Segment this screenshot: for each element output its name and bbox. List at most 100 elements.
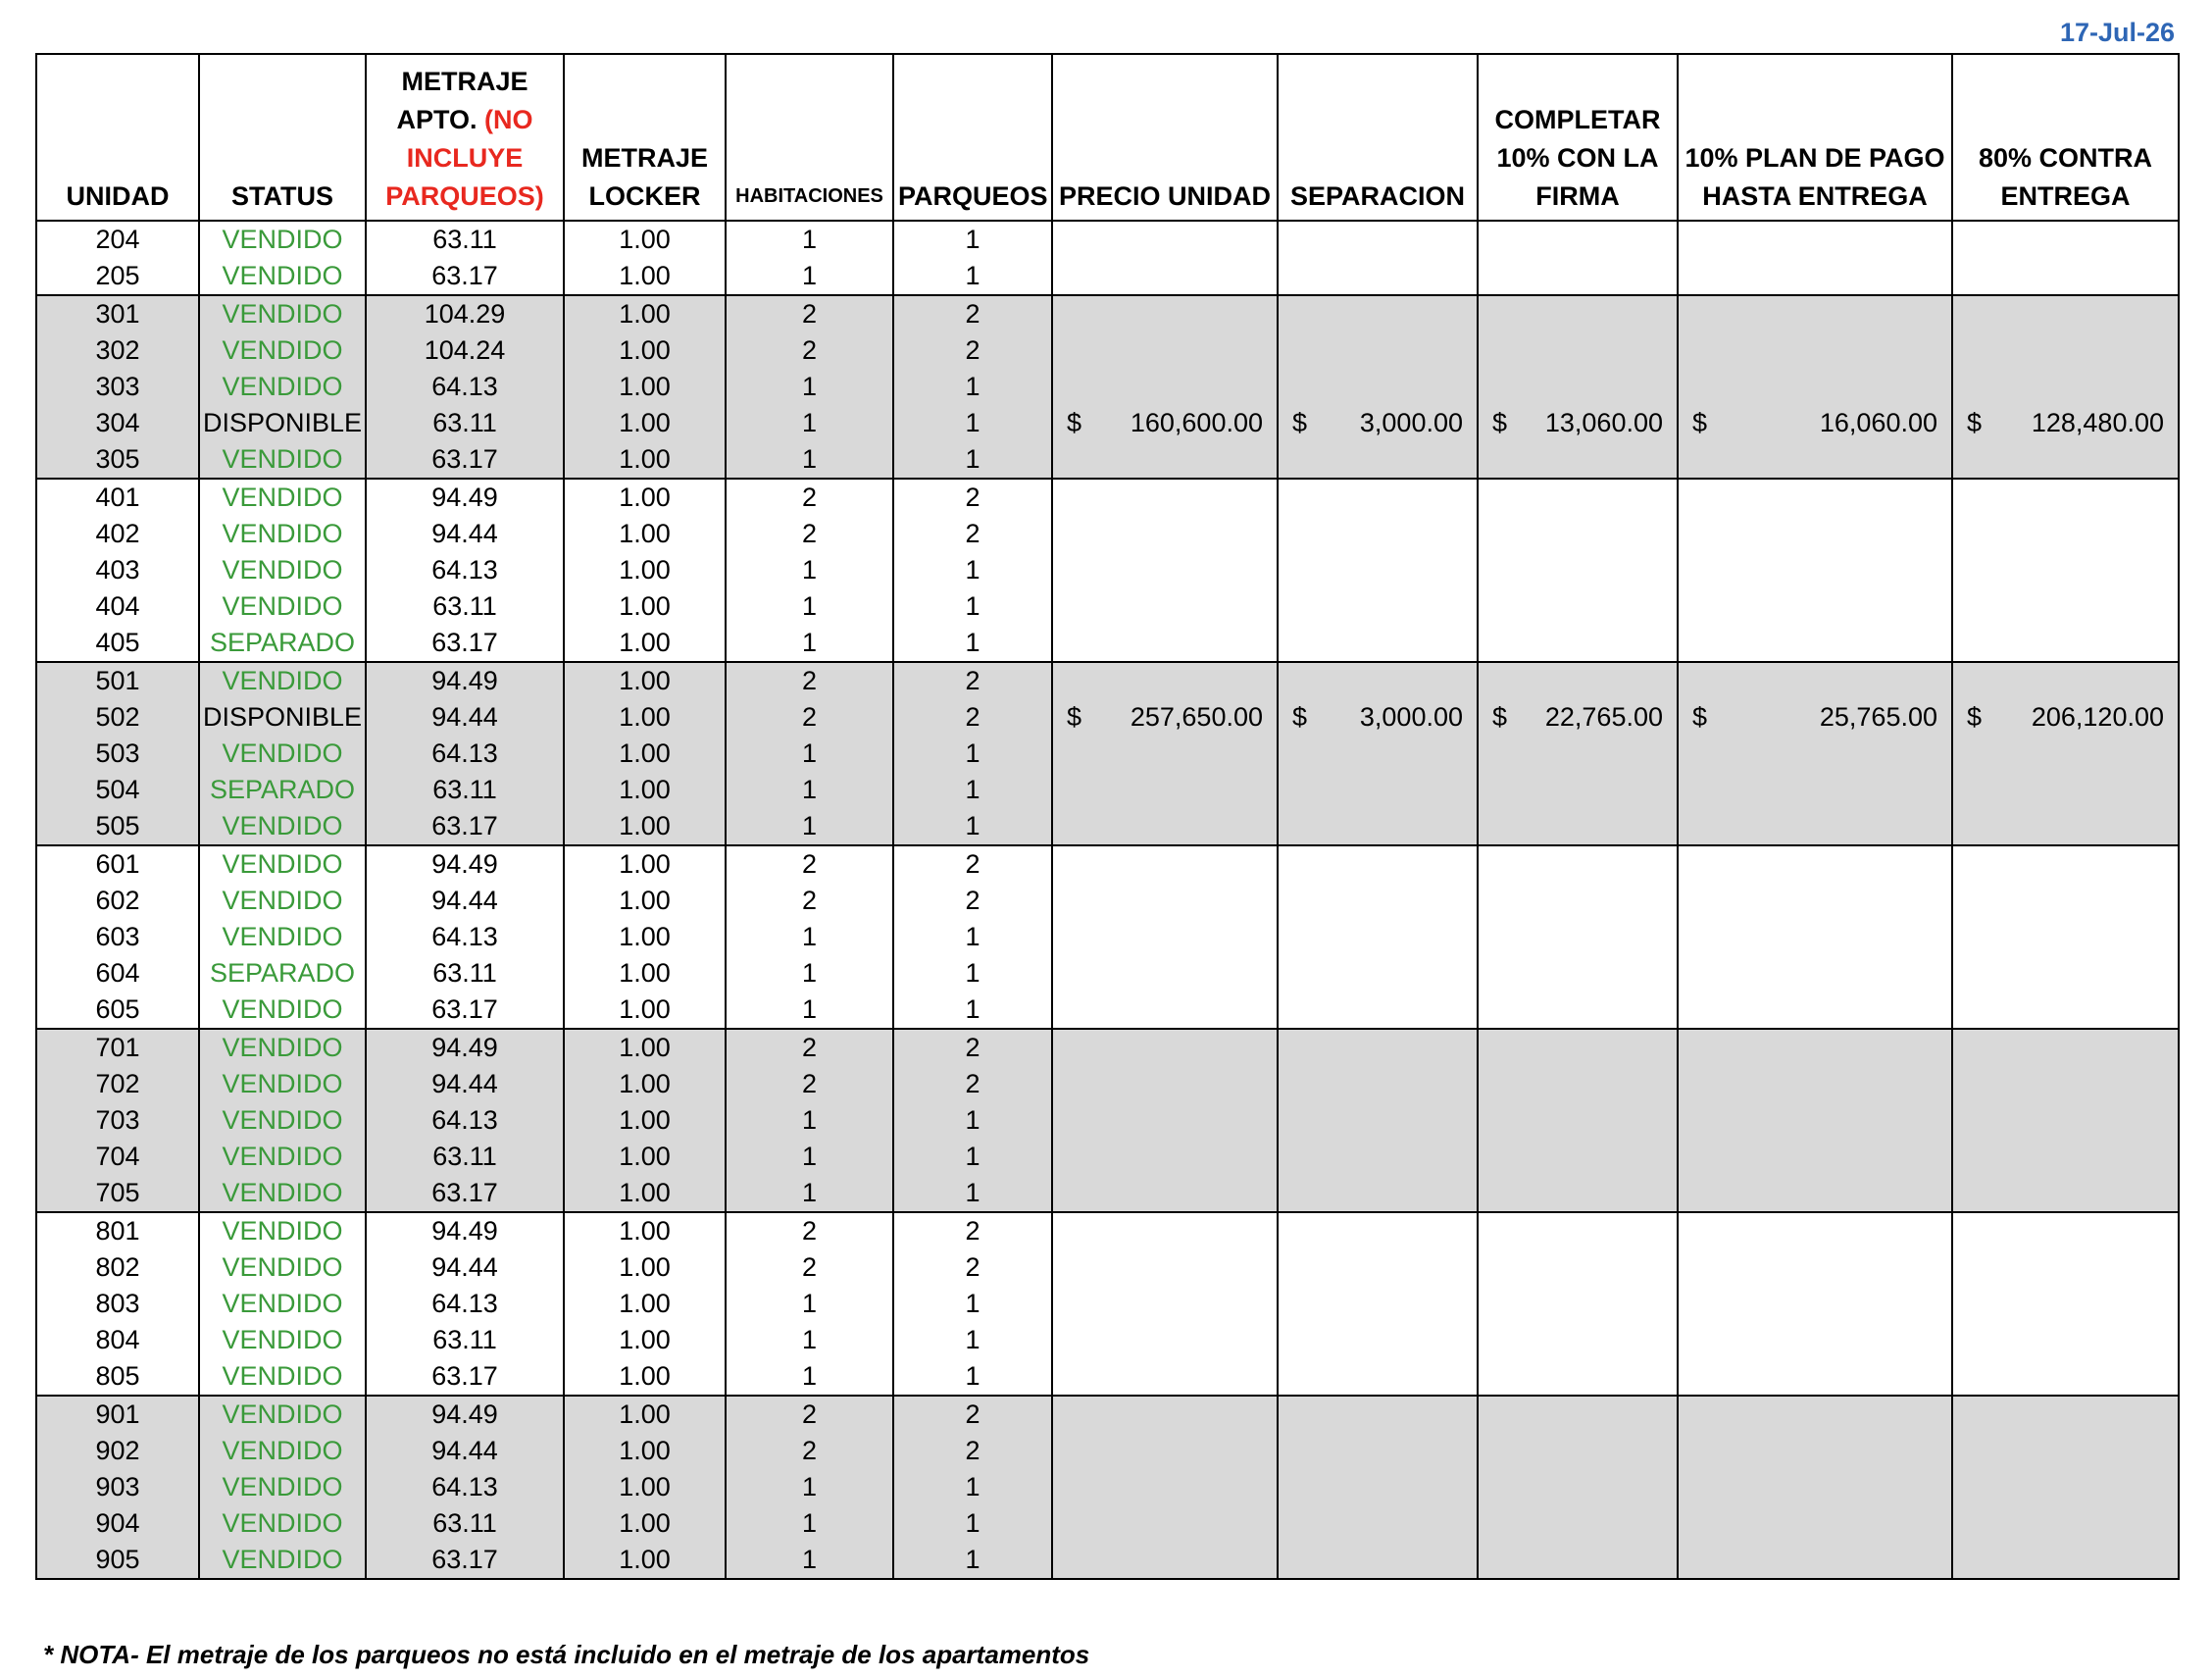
- cell-metraje-apto: 94.49: [365, 662, 565, 699]
- money-value: $16,060.00: [1679, 405, 1951, 441]
- cell-completar: [1477, 441, 1679, 479]
- cell-parqueos: 1: [892, 1542, 1053, 1579]
- cell-parqueos: 1: [892, 1102, 1053, 1139]
- cell-plan: [1677, 919, 1953, 955]
- cell-habitaciones: 2: [725, 1433, 894, 1469]
- cell-metraje-apto: 63.11: [365, 1322, 565, 1358]
- cell-completar: [1477, 332, 1679, 369]
- money-value: $22,765.00: [1479, 699, 1677, 736]
- table-row: 302 VENDIDO 104.24 1.00 2 2: [35, 332, 2180, 369]
- cell-status: VENDIDO: [198, 992, 367, 1029]
- table-row: 303 VENDIDO 64.13 1.00 1 1: [35, 369, 2180, 405]
- cell-unidad: 602: [35, 883, 200, 919]
- cell-plan: [1677, 883, 1953, 919]
- cell-habitaciones: 1: [725, 405, 894, 441]
- table-row: 801 VENDIDO 94.49 1.00 2 2: [35, 1212, 2180, 1249]
- cell-completar: [1477, 1396, 1679, 1433]
- cell-completar: [1477, 662, 1679, 699]
- cell-status: VENDIDO: [198, 479, 367, 516]
- cell-separacion: [1277, 919, 1479, 955]
- cell-status: VENDIDO: [198, 1358, 367, 1396]
- cell-contra: [1951, 479, 2180, 516]
- cell-completar: [1477, 1505, 1679, 1542]
- cell-precio: [1051, 1433, 1279, 1469]
- currency-symbol: $: [1692, 408, 1708, 437]
- cell-separacion: [1277, 845, 1479, 883]
- cell-precio: $257,650.00: [1051, 699, 1279, 736]
- cell-precio: [1051, 295, 1279, 332]
- cell-parqueos: 2: [892, 516, 1053, 552]
- cell-metraje-apto: 64.13: [365, 1102, 565, 1139]
- cell-unidad: 501: [35, 662, 200, 699]
- floor-group: 301 VENDIDO 104.29 1.00 2 2 302 VENDIDO 104.24 1.…: [35, 295, 2180, 479]
- cell-precio: [1051, 955, 1279, 992]
- cell-parqueos: 2: [892, 845, 1053, 883]
- cell-unidad: 704: [35, 1139, 200, 1175]
- cell-status: VENDIDO: [198, 1029, 367, 1066]
- cell-parqueos: 1: [892, 1469, 1053, 1505]
- report-date: 17-Jul-26: [2059, 18, 2175, 47]
- cell-contra: $206,120.00: [1951, 699, 2180, 736]
- cell-unidad: 302: [35, 332, 200, 369]
- table-row: 503 VENDIDO 64.13 1.00 1 1: [35, 736, 2180, 772]
- table-row: 502 DISPONIBLE 94.44 1.00 2 2 $257,650.00 $3,00…: [35, 699, 2180, 736]
- table-header: UNIDAD STATUS METRAJE APTO. (NO INCLUYE …: [35, 53, 2180, 222]
- cell-contra: [1951, 588, 2180, 625]
- cell-metraje-apto: 94.49: [365, 479, 565, 516]
- cell-unidad: 404: [35, 588, 200, 625]
- cell-precio: [1051, 662, 1279, 699]
- cell-contra: [1951, 369, 2180, 405]
- cell-metraje-apto: 63.11: [365, 1139, 565, 1175]
- cell-completar: [1477, 1542, 1679, 1579]
- table-row: 304 DISPONIBLE 63.11 1.00 1 1 $160,600.00 $3,00…: [35, 405, 2180, 441]
- amount: 22,765.00: [1544, 702, 1663, 732]
- money-value: $160,600.00: [1053, 405, 1277, 441]
- cell-parqueos: 1: [892, 919, 1053, 955]
- cell-precio: [1051, 772, 1279, 808]
- cell-contra: [1951, 332, 2180, 369]
- table-row: 401 VENDIDO 94.49 1.00 2 2: [35, 479, 2180, 516]
- cell-parqueos: 2: [892, 479, 1053, 516]
- cell-status: VENDIDO: [198, 883, 367, 919]
- cell-parqueos: 1: [892, 772, 1053, 808]
- header-plan-line2: HASTA ENTREGA: [1702, 181, 1928, 211]
- cell-contra: [1951, 1212, 2180, 1249]
- cell-plan: [1677, 295, 1953, 332]
- cell-habitaciones: 1: [725, 919, 894, 955]
- cell-precio: [1051, 1175, 1279, 1212]
- cell-separacion: [1277, 992, 1479, 1029]
- footnote: * NOTA- El metraje de los parqueos no es…: [43, 1640, 1090, 1669]
- table-row: 602 VENDIDO 94.44 1.00 2 2: [35, 883, 2180, 919]
- cell-separacion: [1277, 516, 1479, 552]
- cell-habitaciones: 1: [725, 1505, 894, 1542]
- cell-plan: [1677, 1212, 1953, 1249]
- cell-precio: [1051, 1102, 1279, 1139]
- cell-unidad: 903: [35, 1469, 200, 1505]
- cell-unidad: 804: [35, 1322, 200, 1358]
- cell-completar: [1477, 221, 1679, 258]
- cell-plan: [1677, 1396, 1953, 1433]
- cell-metraje-apto: 64.13: [365, 1469, 565, 1505]
- cell-habitaciones: 2: [725, 516, 894, 552]
- cell-habitaciones: 2: [725, 1396, 894, 1433]
- cell-metraje-locker: 1.00: [563, 588, 727, 625]
- cell-metraje-apto: 64.13: [365, 736, 565, 772]
- cell-status: VENDIDO: [198, 1469, 367, 1505]
- cell-metraje-locker: 1.00: [563, 1358, 727, 1396]
- cell-contra: [1951, 258, 2180, 295]
- cell-precio: [1051, 588, 1279, 625]
- cell-separacion: [1277, 1286, 1479, 1322]
- cell-completar: [1477, 516, 1679, 552]
- cell-metraje-locker: 1.00: [563, 516, 727, 552]
- cell-status: VENDIDO: [198, 1175, 367, 1212]
- cell-precio: [1051, 1066, 1279, 1102]
- cell-separacion: [1277, 441, 1479, 479]
- cell-unidad: 702: [35, 1066, 200, 1102]
- cell-parqueos: 1: [892, 1505, 1053, 1542]
- cell-completar: [1477, 369, 1679, 405]
- cell-status: VENDIDO: [198, 295, 367, 332]
- currency-symbol: $: [1967, 702, 1983, 732]
- cell-metraje-apto: 94.49: [365, 1212, 565, 1249]
- cell-unidad: 304: [35, 405, 200, 441]
- cell-status: SEPARADO: [198, 955, 367, 992]
